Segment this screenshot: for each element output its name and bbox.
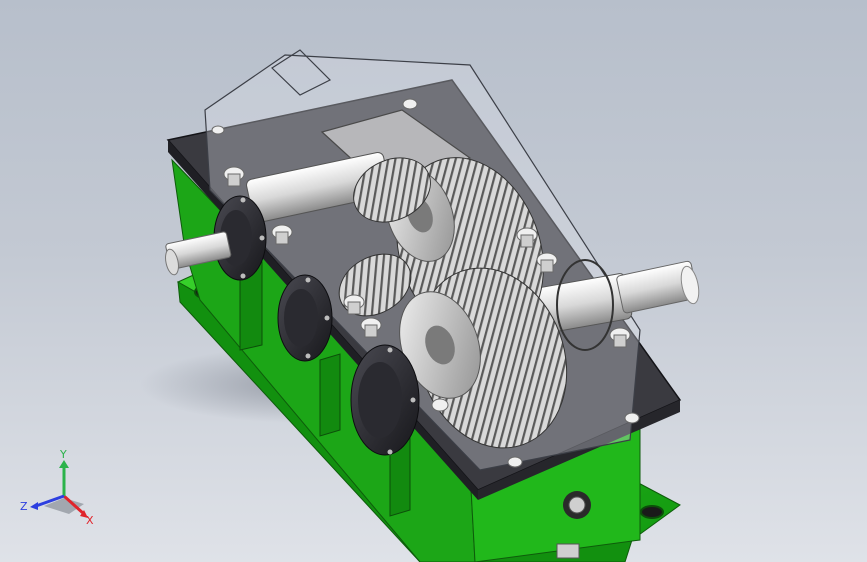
bearing-cap-output-front <box>350 344 420 456</box>
coordinate-triad: X Y Z <box>20 448 94 527</box>
bearing-cap-mid <box>277 274 333 362</box>
output-shaft-end <box>616 260 700 314</box>
gearbox-3d-model[interactable] <box>0 0 867 562</box>
triad-y-label: Y <box>59 448 67 461</box>
triad-x-label: X <box>86 514 94 527</box>
triad-y-axis-arrow <box>59 460 69 468</box>
cad-3d-viewport[interactable]: X Y Z <box>0 0 867 562</box>
triad-z-label: Z <box>20 500 28 513</box>
triad-z-axis-arrow <box>30 502 38 510</box>
